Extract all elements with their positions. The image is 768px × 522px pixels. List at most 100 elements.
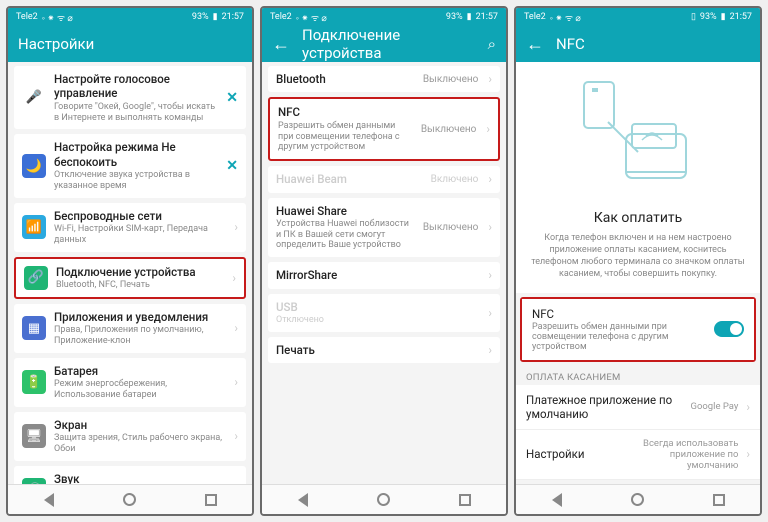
connection-row[interactable]: Печать› [268,337,500,363]
row-sub: Защита зрения, Стиль рабочего экрана, Об… [54,433,226,455]
phone-nfc: Tele2◦ ⁕ ᯤ ⌀ ▯93%▮21:57 ← NFC Как оплати… [514,6,762,516]
row-title: Батарея [54,364,226,378]
howto-title: Как оплатить [528,210,748,226]
settings-list[interactable]: 🎤Настройте голосовое управлениеГоворите … [8,62,252,484]
row-title: Беспроводные сети [54,209,226,223]
settings-row[interactable]: 🔗Подключение устройстваBluetooth, NFC, П… [16,259,244,297]
nav-home[interactable] [121,491,139,509]
row-value: Включено [431,174,479,185]
connection-row[interactable]: NFC Разрешить обмен данными при совмещени… [270,99,498,159]
row-title: Настройка режима Не беспокоить [54,140,218,169]
nfc-toggle[interactable] [714,321,744,337]
nfc-screen[interactable]: Как оплатить Когда телефон включен и на … [516,62,760,484]
battery-icon: ▮ [467,12,472,22]
back-icon[interactable]: ← [272,34,290,55]
dismiss-icon[interactable]: ✕ [226,158,238,174]
row-icon: 🔋 [22,370,46,394]
settings-row[interactable]: 🔋БатареяРежим энергосбережения, Использо… [14,358,246,407]
row-title: NFC [278,105,413,119]
status-bar: Tele2◦ ⁕ ᯤ ⌀ 93%▮21:57 [8,8,252,26]
row-icon: 🖥 [22,424,46,448]
chevron-right-icon: › [234,375,238,389]
battery-pct: 93% [446,12,463,22]
status-bar: Tele2 ◦ ⁕ ᯤ ⌀ 93% ▮ 21:57 [262,8,506,26]
row-title: Платежное приложение по умолчанию [526,393,683,421]
carrier: Tele2 [524,12,546,22]
row-value: Выключено [423,74,479,85]
connection-row[interactable]: Huawei ShareУстройства Huawei поблизости… [268,198,500,258]
settings-row[interactable]: 🖥ЭкранЗащита зрения, Стиль рабочего экра… [14,412,246,461]
connection-row[interactable]: MirrorShare › [268,262,500,288]
app-bar: ← Подключение устройства ⌕ [262,26,506,62]
chevron-right-icon: › [488,306,492,320]
tap-pay-row[interactable]: НастройкиВсегда использовать приложение … [516,430,760,480]
back-icon[interactable]: ← [526,34,544,55]
nfc-toggle-row-highlight: NFC Разрешить обмен данными при совмещен… [520,297,756,362]
row-title: Huawei Share [276,204,415,218]
nav-back[interactable] [40,491,58,509]
row-icon: 📶 [22,215,46,239]
phone-settings-main: Tele2◦ ⁕ ᯤ ⌀ 93%▮21:57 Настройки 🎤Настро… [6,6,254,516]
clock: 21:57 [730,12,752,22]
battery-icon-small: ▯ [691,12,696,22]
row-sub: Права, Приложения по умолчанию, Приложен… [54,325,226,347]
nfc-illustration [516,62,760,202]
connection-row: Huawei BeamВключено› [268,166,500,192]
row-title: MirrorShare [276,268,480,282]
status-icons: ◦ ⁕ ᯤ ⌀ [42,11,73,24]
row-icon: 🔗 [24,266,48,290]
clock: 21:57 [476,12,498,22]
settings-row[interactable]: ▦Приложения и уведомленияПрава, Приложен… [14,304,246,353]
nav-home[interactable] [375,491,393,509]
row-icon: 🎤 [22,86,46,110]
search-icon[interactable]: ⌕ [488,35,496,53]
clock: 21:57 [222,12,244,22]
nav-recent[interactable] [456,491,474,509]
chevron-right-icon: › [488,220,492,234]
page-title: NFC [556,35,750,53]
nav-recent[interactable] [202,491,220,509]
nav-back[interactable] [294,491,312,509]
page-title: Подключение устройства [302,26,476,62]
row-sub: Отключение звука устройства в указанное … [54,170,218,192]
row-title: Bluetooth [276,72,415,86]
row-value: Выключено [423,222,479,233]
settings-row[interactable]: 🔊ЗвукНе беспокоить, Мелодия вызова, Вибр… [14,466,246,484]
chevron-right-icon: › [234,429,238,443]
row-value: Выключено [421,124,477,135]
app-bar: ← NFC [516,26,760,62]
nav-home[interactable] [629,491,647,509]
app-bar: Настройки [8,26,252,62]
chevron-right-icon: › [234,321,238,335]
connection-list[interactable]: Bluetooth Выключено › NFC Разрешить обмен да… [262,62,506,484]
chevron-right-icon: › [488,268,492,282]
chevron-right-icon: › [488,343,492,357]
chevron-right-icon: › [234,220,238,234]
row-icon: ▦ [22,316,46,340]
row-title: USB [276,300,480,314]
chevron-right-icon: › [232,271,236,285]
row-sub: Отключено [276,315,480,326]
row-sub: Устройства Huawei поблизости и ПК в Ваше… [276,219,415,251]
nav-back[interactable] [548,491,566,509]
howto-block: Как оплатить Когда телефон включен и на … [516,202,760,293]
row-title: Звук [54,472,226,484]
settings-row[interactable]: 📶Беспроводные сетиWi-Fi, Настройки SIM-к… [14,203,246,252]
row-sub: Разрешить обмен данными при совмещении т… [278,121,413,153]
chevron-right-icon: › [488,172,492,186]
tap-pay-row[interactable]: Платежное приложение по умолчанию Google … [516,385,760,430]
nav-recent[interactable] [710,491,728,509]
settings-row[interactable]: 🌙Настройка режима Не беспокоитьОтключени… [14,134,246,197]
nfc-row-sub: Разрешить обмен данными при совмещении т… [532,322,706,352]
carrier: Tele2 [270,12,292,22]
nav-bar [262,484,506,514]
status-icons: ◦ ⁕ ᯤ ⌀ [296,11,327,24]
nfc-toggle-row[interactable]: NFC Разрешить обмен данными при совмещен… [522,299,754,360]
battery-pct: 93% [192,12,209,22]
row-value: Google Pay [691,401,739,412]
settings-row[interactable]: 🎤Настройте голосовое управлениеГоворите … [14,66,246,129]
nav-bar [516,484,760,514]
connection-row[interactable]: BluetoothВыключено› [268,66,500,92]
dismiss-icon[interactable]: ✕ [226,90,238,106]
chevron-right-icon: › [486,122,490,136]
